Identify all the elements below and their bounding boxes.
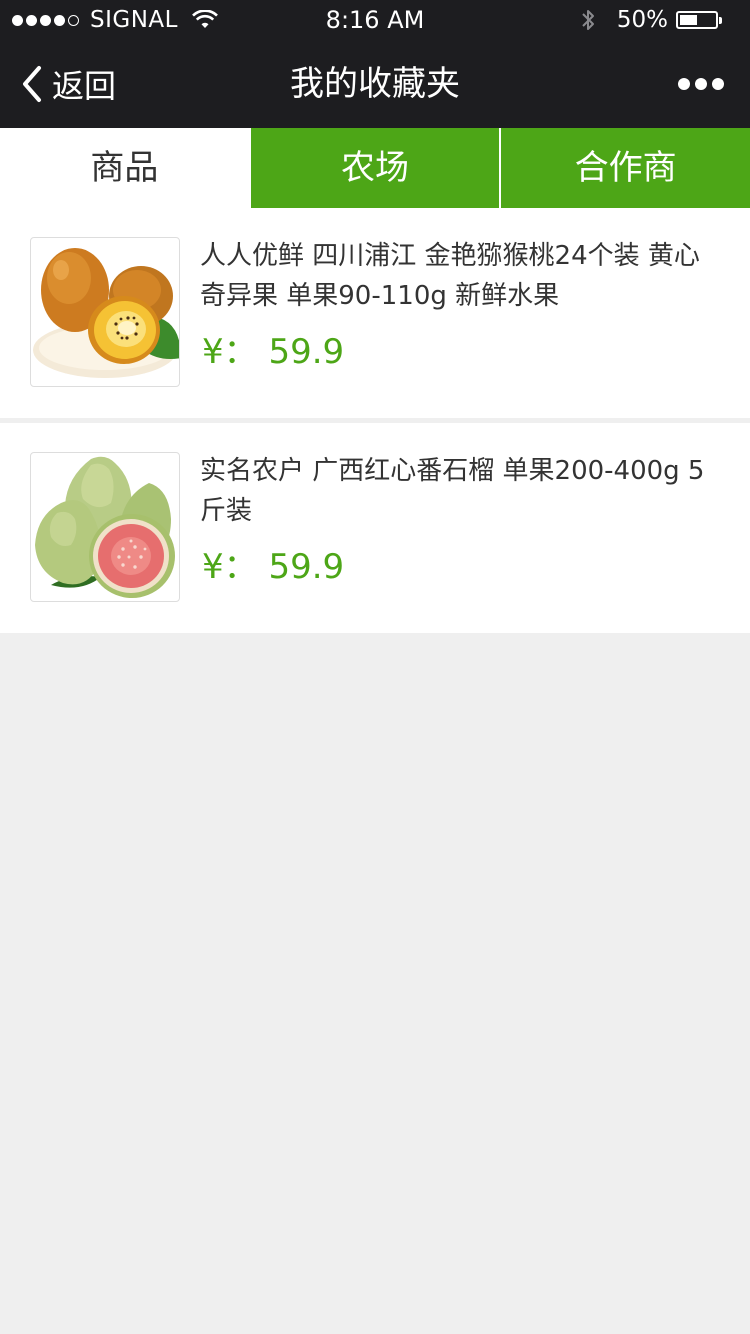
battery-level-fill [680, 15, 697, 25]
product-title: 实名农户 广西红心番石榴 单果200-400g 5斤装 [200, 456, 705, 526]
guava-fruit-image [35, 456, 175, 598]
list-item[interactable]: 实名农户 广西红心番石榴 单果200-400g 5斤装 ¥： 59.9 [0, 423, 750, 633]
tab-partners[interactable]: 合作商 [499, 128, 750, 208]
status-right: 50% [581, 0, 722, 40]
category-tabs: 商品 农场 合作商 [0, 128, 750, 208]
product-thumbnail[interactable] [30, 452, 180, 602]
battery-tip [719, 16, 722, 24]
product-thumbnail[interactable] [30, 237, 180, 387]
chevron-left-icon [23, 66, 41, 102]
battery-percentage: 50% [616, 7, 668, 33]
list-item[interactable]: 人人优鲜 四川浦江 金艳猕猴桃24个装 黄心奇异果 单果90-110g 新鲜水果… [0, 208, 750, 418]
back-button[interactable]: 返回 [20, 40, 116, 128]
battery-icon [676, 11, 718, 29]
tab-products[interactable]: 商品 [0, 128, 249, 208]
kiwi-fruit-image [33, 248, 179, 378]
navigation-bar: 返回 我的收藏夹 [0, 40, 750, 128]
tab-farms[interactable]: 农场 [248, 128, 500, 208]
product-price: ¥： 59.9 [202, 547, 345, 587]
bluetooth-icon [582, 10, 594, 30]
more-options-icon[interactable] [678, 70, 724, 98]
product-price: ¥： 59.9 [202, 332, 345, 372]
back-label: 返回 [52, 67, 117, 105]
product-title: 人人优鲜 四川浦江 金艳猕猴桃24个装 黄心奇异果 单果90-110g 新鲜水果 [200, 241, 700, 311]
favorites-list: 人人优鲜 四川浦江 金艳猕猴桃24个装 黄心奇异果 单果90-110g 新鲜水果… [0, 208, 750, 633]
status-bar: SIGNAL 8:16 AM 50% [0, 0, 750, 40]
